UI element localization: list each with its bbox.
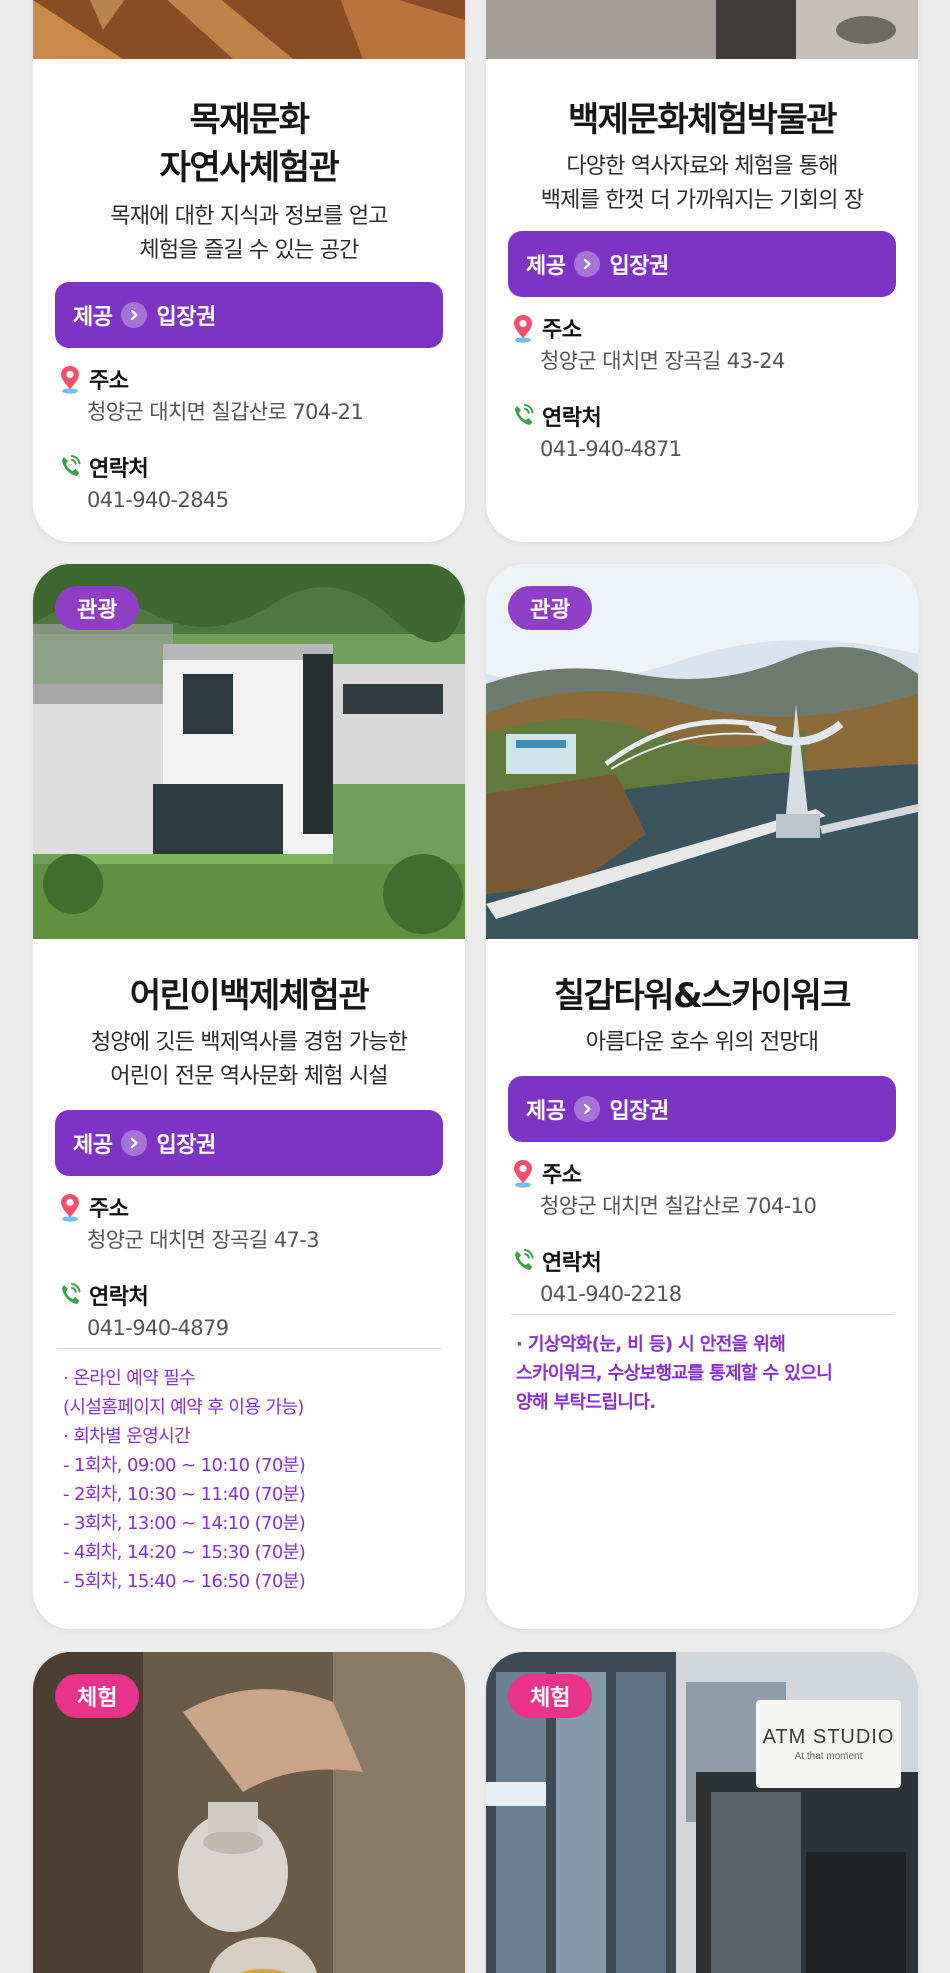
location-pin-icon xyxy=(510,313,536,343)
facility-card[interactable]: ATM STUDIO At that moment 체험 xyxy=(486,1652,918,1973)
address-label: 주소 xyxy=(89,369,129,394)
notice-line: (시설홈페이지 예약 후 이용 가능) xyxy=(63,1397,304,1418)
address-label: 주소 xyxy=(542,318,582,343)
offer-prefix: 제공 xyxy=(73,305,113,330)
contact-value[interactable]: 041-940-2845 xyxy=(57,484,441,516)
category-badge: 체험 xyxy=(55,1674,140,1718)
contact-label: 연락처 xyxy=(542,406,602,431)
notice-line: · 기상악화(눈, 비 등) 시 안전을 위해 xyxy=(516,1334,786,1355)
category-badge: 체험 xyxy=(508,1674,593,1718)
phone-icon xyxy=(57,1280,83,1310)
facility-card[interactable]: 목재문화 자연사체험관 목재에 대한 지식과 정보를 얻고 체험을 즐길 수 있… xyxy=(33,0,465,542)
facility-description: 목재에 대한 지식과 정보를 얻고 xyxy=(110,204,388,229)
chevron-right-icon xyxy=(121,302,148,328)
offer-value: 입장권 xyxy=(609,1099,669,1124)
sign-subtitle: At that moment xyxy=(794,1751,863,1762)
address-value: 청양군 대치면 칠갑산로 704-10 xyxy=(540,1194,817,1218)
facility-card[interactable]: 백제문화체험박물관 다양한 역사자료와 체험을 통해 백제를 한껏 더 가까워지… xyxy=(486,0,918,542)
offer-prefix: 제공 xyxy=(526,1099,566,1124)
location-pin-icon xyxy=(510,1158,536,1188)
chevron-right-icon xyxy=(574,251,601,277)
offer-value: 입장권 xyxy=(156,305,216,330)
chevron-right-icon xyxy=(121,1130,148,1156)
facility-description: 체험을 즐길 수 있는 공간 xyxy=(139,238,359,263)
notice-line: - 2회차, 10:30 ~ 11:40 (70분) xyxy=(63,1484,306,1505)
facility-card-grid: 목재문화 자연사체험관 목재에 대한 지식과 정보를 얻고 체험을 즐길 수 있… xyxy=(0,0,950,1973)
phone-icon xyxy=(57,452,83,482)
facility-photo xyxy=(33,0,465,59)
notice-text: · 온라인 예약 필수 (시설홈페이지 예약 후 이용 가능) · 회차별 운영… xyxy=(63,1364,441,1596)
facility-card[interactable]: 관광 어린이백제체험관 청양에 깃든 백제역사를 경험 가능한 어린이 전문 역… xyxy=(33,564,465,1629)
notice-line: - 5회차, 15:40 ~ 16:50 (70분) xyxy=(63,1571,306,1592)
chevron-right-icon xyxy=(574,1096,601,1122)
address-value: 청양군 대치면 장곡길 43-24 xyxy=(540,349,785,373)
offer-bar: 제공 입장권 xyxy=(508,1076,896,1142)
address-label: 주소 xyxy=(542,1163,582,1188)
notice-line: 스카이워크, 수상보행교를 통제할 수 있으니 xyxy=(516,1363,833,1384)
facility-photo: 관광 xyxy=(486,564,918,939)
facility-description: 어린이 전문 역사문화 체험 시설 xyxy=(110,1064,388,1089)
contact-label: 연락처 xyxy=(89,1285,149,1310)
category-badge: 관광 xyxy=(55,586,140,630)
location-pin-icon xyxy=(57,364,83,394)
divider xyxy=(57,1348,441,1349)
facility-title: 칠갑타워&스카이워크 xyxy=(553,976,852,1016)
offer-bar: 제공 입장권 xyxy=(55,282,443,348)
facility-title: 자연사체험관 xyxy=(159,148,340,188)
facility-card[interactable]: 체험 xyxy=(33,1652,465,1973)
offer-bar: 제공 입장권 xyxy=(55,1110,443,1176)
studio-sign: ATM STUDIO At that moment xyxy=(756,1700,901,1788)
facility-title: 목재문화 xyxy=(189,100,310,140)
facility-photo: 체험 xyxy=(33,1652,465,1973)
contact-value[interactable]: 041-940-4871 xyxy=(510,433,894,465)
offer-bar: 제공 입장권 xyxy=(508,231,896,297)
phone-icon xyxy=(510,401,536,431)
offer-prefix: 제공 xyxy=(73,1133,113,1158)
contact-value[interactable]: 041-940-4879 xyxy=(57,1312,441,1344)
address-value: 청양군 대치면 칠갑산로 704-21 xyxy=(87,400,364,424)
address-value: 청양군 대치면 장곡길 47-3 xyxy=(87,1228,320,1252)
offer-value: 입장권 xyxy=(156,1133,216,1158)
offer-prefix: 제공 xyxy=(526,254,566,279)
location-pin-icon xyxy=(57,1192,83,1222)
notice-line: 양해 부탁드립니다. xyxy=(516,1392,656,1413)
address-label: 주소 xyxy=(89,1197,129,1222)
sign-title: ATM STUDIO xyxy=(762,1726,895,1748)
divider xyxy=(510,1314,894,1315)
facility-description: 청양에 깃든 백제역사를 경험 가능한 xyxy=(90,1030,408,1055)
facility-photo xyxy=(486,0,918,59)
phone-icon xyxy=(510,1246,536,1276)
notice-line: - 1회차, 09:00 ~ 10:10 (70분) xyxy=(63,1455,306,1476)
facility-photo: ATM STUDIO At that moment 체험 xyxy=(486,1652,918,1973)
contact-value[interactable]: 041-940-2218 xyxy=(510,1278,894,1310)
notice-line: · 회차별 운영시간 xyxy=(63,1426,191,1447)
notice-line: - 4회차, 14:20 ~ 15:30 (70분) xyxy=(63,1542,306,1563)
contact-label: 연락처 xyxy=(542,1251,602,1276)
facility-photo: 관광 xyxy=(33,564,465,939)
category-badge: 관광 xyxy=(508,586,593,630)
facility-title: 어린이백제체험관 xyxy=(129,976,370,1016)
facility-description: 아름다운 호수 위의 전망대 xyxy=(585,1030,819,1055)
notice-line: · 온라인 예약 필수 xyxy=(63,1368,196,1389)
facility-description: 백제를 한껏 더 가까워지는 기회의 장 xyxy=(540,188,864,213)
offer-value: 입장권 xyxy=(609,254,669,279)
notice-text: · 기상악화(눈, 비 등) 시 안전을 위해 스카이워크, 수상보행교를 통제… xyxy=(516,1330,894,1417)
facility-title: 백제문화체험박물관 xyxy=(567,100,838,140)
contact-label: 연락처 xyxy=(89,457,149,482)
facility-card[interactable]: 관광 칠갑타워&스카이워크 아름다운 호수 위의 전망대 제공 입장권 주소 청… xyxy=(486,564,918,1629)
facility-description: 다양한 역사자료와 체험을 통해 xyxy=(566,154,838,179)
notice-line: - 3회차, 13:00 ~ 14:10 (70분) xyxy=(63,1513,306,1534)
